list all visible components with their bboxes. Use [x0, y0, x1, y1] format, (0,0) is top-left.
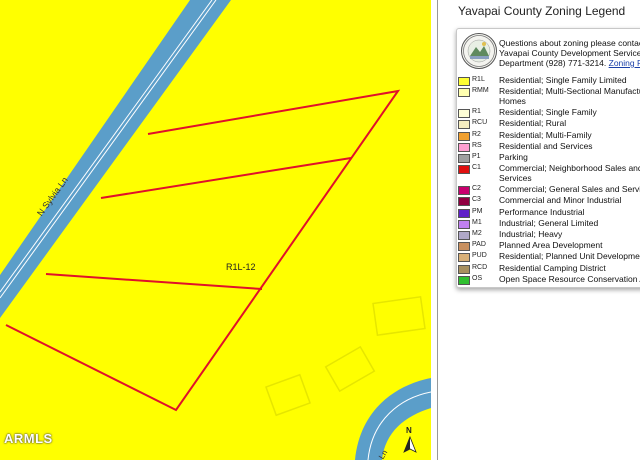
legend-swatch	[458, 208, 470, 218]
legend-swatch	[458, 186, 470, 196]
legend-swatch	[458, 253, 470, 263]
legend-description-line: Residential and Services	[499, 140, 593, 151]
legend-code: PM	[472, 207, 483, 215]
legend-description: Parking	[499, 152, 528, 162]
legend-swatch	[458, 77, 470, 86]
legend-description: Residential and Services	[499, 141, 593, 151]
legend-swatch	[458, 142, 470, 152]
building-footprint	[372, 295, 426, 337]
legend-description: Performance Industrial	[499, 207, 585, 217]
legend-description: Residential; Planned Unit Development	[499, 251, 640, 261]
parcel-boundary	[5, 89, 401, 412]
legend-code: P1	[472, 153, 481, 160]
legend-description-line: Industrial; Heavy	[499, 229, 563, 239]
legend-description: Residential; Single Family Limited	[499, 75, 627, 85]
parcel-boundary	[45, 273, 263, 290]
legend-swatch	[458, 219, 470, 229]
legend-swatch	[458, 120, 470, 130]
legend-code: R2	[472, 130, 481, 138]
legend-description: Commercial; Neighborhood Sales and Servic…	[499, 163, 640, 183]
parcel-zone-label: R1L-12	[226, 262, 256, 272]
legend-swatch	[458, 109, 470, 119]
legend-code: R1	[472, 108, 481, 116]
legend-description-line: Commercial and Minor Industrial	[499, 195, 622, 206]
legend-swatch	[458, 275, 470, 285]
legend-description-line: Residential; Single Family Limited	[499, 75, 627, 85]
legend-code: PUD	[472, 252, 487, 260]
panel-divider[interactable]	[431, 0, 444, 460]
legend-description: Commercial and Minor Industrial	[499, 195, 621, 205]
contact-line: Yavapai County Development Services	[499, 48, 640, 58]
legend-code: RCD	[472, 263, 488, 271]
legend-code: RMM	[472, 87, 489, 95]
legend-description: Open Space Resource Conservation Area	[499, 274, 640, 284]
north-arrow	[403, 435, 417, 453]
road-centerline	[0, 0, 217, 299]
legend-description-line: Commercial; Neighborhood Sales and	[499, 163, 640, 174]
legend-swatch	[458, 231, 470, 240]
contact-line: Questions about zoning please contact	[499, 38, 640, 48]
legend-panel: Yavapai County Zoning Legend Questions a…	[444, 0, 640, 460]
legend-description: Residential; Multi-Family	[499, 130, 592, 140]
zoning-link[interactable]: Zoning P	[609, 58, 640, 68]
legend-description-line: Residential; Multi-Family	[499, 129, 592, 140]
parcel-boundary	[100, 157, 352, 199]
legend-swatch	[458, 154, 470, 163]
legend-code: M1	[472, 218, 482, 226]
legend-description-line: Services	[499, 173, 532, 184]
legend-description-line: Planned Area Development	[499, 240, 603, 251]
legend-description-line: Residential Camping District	[499, 262, 606, 273]
legend-description: Residential Camping District	[499, 263, 606, 273]
listing-watermark: ARMLS	[4, 431, 53, 446]
legend-description: Commercial; General Sales and Services	[499, 184, 640, 194]
legend-description-line: Performance Industrial	[499, 206, 585, 217]
legend-description: Industrial; General Limited	[499, 218, 598, 228]
legend-description: Industrial; Heavy	[499, 229, 562, 239]
building-footprint	[264, 373, 312, 417]
legend-swatch	[458, 264, 470, 274]
legend-description-line: Residential; Single Family	[499, 107, 597, 118]
county-seal-icon	[461, 33, 497, 69]
legend-code: C3	[472, 196, 481, 204]
legend-code: R1L	[472, 76, 485, 83]
legend-description-line: Commercial; General Sales and Services	[499, 184, 640, 195]
legend-description: Residential; Single Family	[499, 107, 597, 117]
legend-swatch	[458, 165, 470, 175]
contact-line: Department (928) 771-3214.	[499, 58, 607, 68]
legend-swatch	[458, 197, 470, 207]
building-footprint	[324, 345, 376, 393]
road-centerline	[0, 0, 213, 293]
legend-swatch	[458, 242, 470, 252]
legend-swatch	[458, 131, 470, 141]
legend-code: PAD	[472, 241, 486, 249]
legend-description-line: Industrial; General Limited	[499, 217, 599, 228]
road-curve	[355, 378, 431, 460]
road-n-sylvia-ln	[0, 0, 231, 318]
legend-description-line: Homes	[499, 96, 526, 107]
legend-description-line: Open Space Resource Conservation Area	[499, 273, 640, 284]
legend-code: RS	[472, 141, 482, 149]
map-canvas	[0, 0, 431, 460]
legend-description: Planned Area Development	[499, 240, 603, 250]
north-label: N	[406, 426, 412, 435]
legend-code: RCU	[472, 119, 488, 127]
legend-box: Questions about zoning please contact Ya…	[456, 28, 640, 288]
contact-info: Questions about zoning please contact Ya…	[499, 38, 640, 68]
legend-description-line: Parking	[499, 152, 528, 162]
legend-description-line: Residential; Planned Unit Development	[499, 251, 640, 262]
zoning-map[interactable]: N Sylvia Ln Ln R1L-12 N ARMLS	[0, 0, 431, 460]
legend-code: C1	[472, 164, 481, 172]
legend-description: Residential; Multi-Sectional Manufacture…	[499, 86, 640, 106]
legend-code: C2	[472, 185, 481, 193]
legend-description: Residential; Rural	[499, 118, 566, 128]
legend-swatch	[458, 88, 470, 98]
legend-code: M2	[472, 230, 482, 237]
legend-description-line: Residential; Multi-Sectional Manufacture…	[499, 86, 640, 97]
legend-title: Yavapai County Zoning Legend	[458, 4, 626, 18]
legend-description-line: Residential; Rural	[499, 118, 567, 129]
legend-code: OS	[472, 274, 483, 282]
